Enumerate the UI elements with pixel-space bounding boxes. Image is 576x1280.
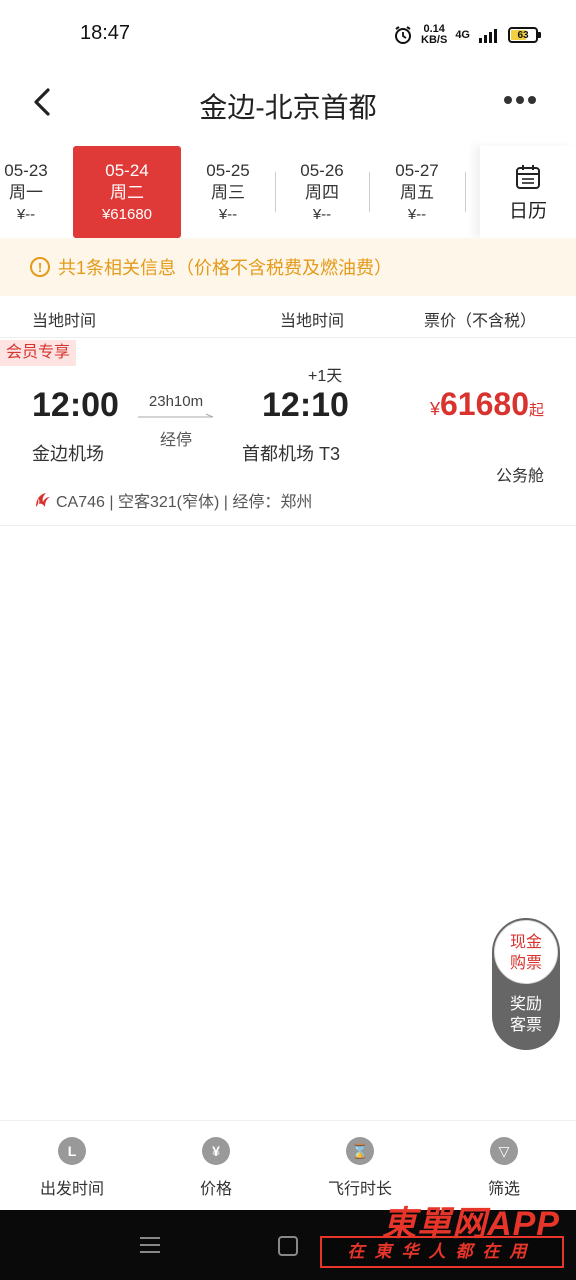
system-navigation-bar: 東單网APP 在東华人都在用	[0, 1205, 576, 1280]
tab-label: 价格	[199, 1181, 232, 1198]
flight-card[interactable]: 会员专享 +1天 12:00 23h10m 经停 12:10 ¥61680起 金…	[0, 338, 576, 526]
more-dot	[516, 96, 524, 104]
weekday-label: 周一	[9, 183, 43, 202]
calendar-label: 日历	[508, 201, 547, 222]
date-price: ¥--	[16, 206, 36, 223]
home-icon[interactable]	[278, 1236, 298, 1256]
weekday-label: 周二	[110, 183, 144, 202]
duration-arrow-icon	[138, 413, 214, 418]
stopover-label: 经停	[159, 432, 192, 449]
arrival-airport: 首都机场 T3	[242, 444, 341, 464]
more-dot	[528, 96, 536, 104]
calendar-icon	[516, 165, 540, 189]
yen-icon: ¥	[202, 1137, 230, 1165]
filter-icon: ▽	[490, 1137, 518, 1165]
departure-time: 12:00	[32, 386, 119, 424]
departure-column-label: 当地时间	[32, 313, 97, 330]
price-currency: ¥	[429, 399, 440, 419]
flight-duration: 23h10m	[148, 393, 204, 410]
weekday-label: 周四	[305, 183, 339, 202]
flight-info-text: CA746 | 空客321(窄体) | 经停：郑州	[56, 494, 313, 511]
date-label: 05-26	[300, 161, 344, 180]
clock-icon: L	[58, 1137, 86, 1165]
date-price: ¥--	[312, 206, 332, 223]
cash-ticket-label-line1: 现金	[509, 934, 542, 951]
air-china-logo-icon	[36, 493, 50, 507]
date-price: ¥61680	[101, 206, 153, 223]
hourglass-icon: ⌛	[346, 1137, 374, 1165]
arrival-time: 12:10	[262, 386, 349, 424]
tab-price[interactable]: ¥ 价格	[156, 1137, 276, 1199]
watermark-logo: 東單网APP 在東华人都在用	[318, 1196, 570, 1276]
alarm-icon	[395, 26, 412, 44]
ticket-type-switch: 现金 购票 奖励 客票	[492, 918, 560, 1050]
flight-price: ¥61680起	[430, 386, 544, 423]
member-exclusive-badge: 会员专享	[0, 340, 77, 366]
flight-info-row: CA746 | 空客321(窄体) | 经停：郑州	[32, 488, 312, 512]
cabin-class: 公务舱	[495, 468, 544, 485]
date-item-05-23[interactable]: 05-23 周一 ¥--	[0, 146, 74, 238]
network-speed-unit: KB/S	[421, 34, 448, 46]
more-dot	[504, 96, 512, 104]
battery-icon: 63	[508, 27, 541, 43]
cash-ticket-button[interactable]: 现金 购票	[494, 920, 558, 984]
column-header: 当地时间 当地时间 票价（不含税）	[0, 296, 576, 338]
recent-apps-icon[interactable]	[140, 1236, 160, 1254]
more-options-icon[interactable]	[504, 96, 538, 108]
price-column-label: 票价（不含税）	[423, 313, 536, 330]
award-ticket-button[interactable]: 奖励 客票	[492, 994, 560, 1036]
price-suffix: 起	[528, 402, 544, 419]
signal-type-label: 4G	[455, 29, 470, 41]
tab-label: 出发时间	[39, 1181, 104, 1198]
status-time: 18:47	[80, 22, 131, 44]
info-icon: !	[30, 257, 50, 277]
date-label: 05-25	[206, 161, 250, 180]
departure-airport: 金边机场	[32, 444, 104, 464]
tab-filter[interactable]: ▽ 筛选	[444, 1137, 564, 1199]
watermark-slogan: 在東华人都在用	[320, 1236, 564, 1268]
award-ticket-label-line1: 奖励	[509, 996, 542, 1013]
status-bar: 18:47 0.14 KB/S 4G 63	[0, 0, 576, 70]
notice-text: 共1条相关信息（价格不含税费及燃油费）	[58, 258, 393, 278]
date-label: 05-24	[105, 161, 149, 180]
next-day-label: +1天	[308, 368, 343, 385]
price-amount: 61680	[440, 386, 529, 422]
award-ticket-label-line2: 客票	[509, 1017, 542, 1034]
weekday-label: 周三	[211, 183, 245, 202]
date-price: ¥--	[218, 206, 238, 223]
tab-flight-duration[interactable]: ⌛ 飞行时长	[300, 1137, 420, 1199]
weekday-label: 周五	[400, 183, 434, 202]
date-item-05-25[interactable]: 05-25 周三 ¥--	[181, 146, 275, 238]
date-item-05-26[interactable]: 05-26 周四 ¥--	[275, 146, 369, 238]
arrival-column-label: 当地时间	[280, 313, 345, 330]
network-speed: 0.14 KB/S	[421, 24, 447, 46]
signal-strength-icon	[479, 29, 497, 43]
date-price: ¥--	[407, 206, 427, 223]
date-item-05-27[interactable]: 05-27 周五 ¥--	[369, 146, 465, 238]
date-selector: 05-23 周一 ¥-- 05-24 周二 ¥61680 05-25 周三 ¥-…	[0, 146, 576, 238]
date-label: 05-27	[395, 161, 439, 180]
date-item-05-24-selected[interactable]: 05-24 周二 ¥61680	[73, 146, 181, 238]
tab-departure-time[interactable]: L 出发时间	[12, 1137, 132, 1199]
notice-banner: ! 共1条相关信息（价格不含税费及燃油费）	[0, 238, 576, 296]
date-label: 05-23	[4, 161, 48, 180]
battery-cap	[538, 32, 541, 38]
battery-level: 63	[517, 29, 529, 41]
page-title: 金边-北京首都	[199, 92, 377, 123]
date-divider	[465, 172, 466, 212]
header: 金边-北京首都	[0, 70, 576, 136]
calendar-button[interactable]: 日历	[480, 146, 576, 238]
cash-ticket-label-line2: 购票	[509, 955, 542, 972]
status-icons: 0.14 KB/S 4G 63	[393, 24, 541, 46]
